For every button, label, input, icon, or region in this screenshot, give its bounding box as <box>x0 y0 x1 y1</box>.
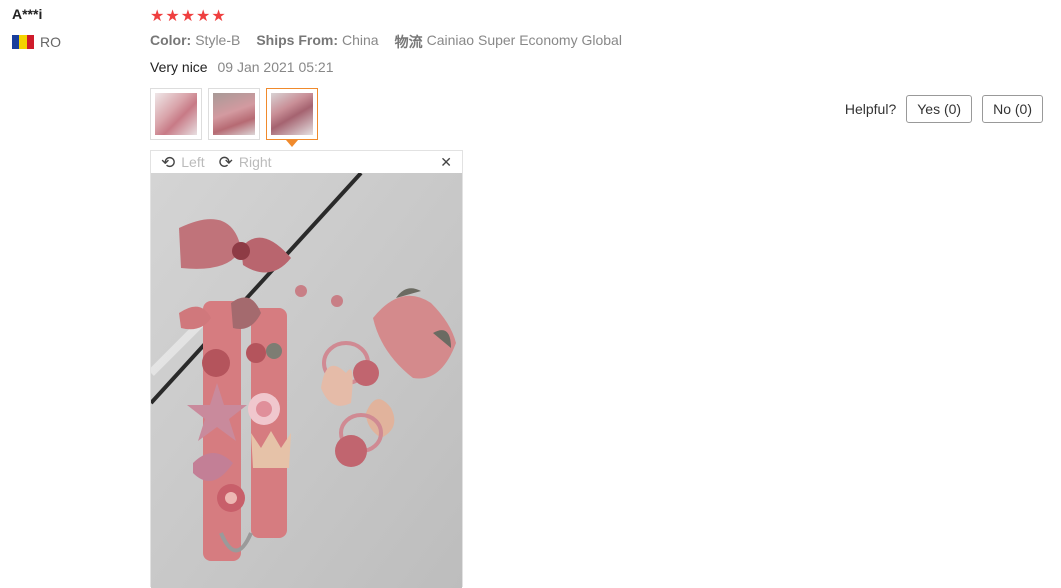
star-icon: ★ <box>165 8 180 25</box>
helpful-no-button[interactable]: No (0) <box>982 95 1043 123</box>
rotate-left-button[interactable]: ⟲ Left <box>161 154 205 171</box>
hair-clips-photo <box>151 173 462 588</box>
rotate-right-label: Right <box>238 154 272 170</box>
rotate-left-label: Left <box>181 154 205 170</box>
star-icon: ★ <box>150 8 165 25</box>
country-code: RO <box>40 34 61 50</box>
reviewer-name: A***i <box>12 6 43 22</box>
rotate-right-icon: ⟳ <box>218 152 233 172</box>
photo-viewer-toolbar: ⟲ Left ⟳ Right ✕ <box>151 151 462 173</box>
helpful-yes-button[interactable]: Yes (0) <box>906 95 973 123</box>
color-value: Style-B <box>195 32 241 48</box>
review-text: Very nice <box>150 59 208 75</box>
logistics-value: Cainiao Super Economy Global <box>426 32 622 48</box>
rotate-left-icon: ⟲ <box>161 152 176 172</box>
ships-from-label: Ships From: <box>256 32 339 48</box>
photo-thumbnail-image <box>155 93 197 135</box>
review-photos <box>150 88 318 147</box>
color-label: Color: <box>150 32 192 48</box>
rating-stars: ★ ★ ★ ★ ★ <box>150 9 226 25</box>
close-icon[interactable]: ✕ <box>440 154 452 171</box>
helpful-label: Helpful? <box>844 101 897 117</box>
reviewer-country: RO <box>12 34 61 50</box>
photo-thumbnail-image <box>271 93 313 135</box>
review-photo-large <box>151 173 462 588</box>
ships-from-value: China <box>342 32 379 48</box>
photo-viewer: ⟲ Left ⟳ Right ✕ <box>150 150 463 588</box>
review-date: 09 Jan 2021 05:21 <box>217 59 334 75</box>
logistics-label: 物流 <box>394 34 423 50</box>
helpful-vote: Helpful? Yes (0) No (0) <box>845 95 1043 123</box>
romania-flag-icon <box>12 35 34 49</box>
review-photo-thumb[interactable] <box>208 88 260 140</box>
order-info: Color: Style-B Ships From: China 物流 Cainiao… <box>150 32 622 52</box>
photo-thumbnail-image <box>213 93 255 135</box>
review-feedback: Very nice 09 Jan 2021 05:21 <box>150 59 333 75</box>
star-icon: ★ <box>211 8 226 25</box>
star-icon: ★ <box>180 8 196 25</box>
star-icon: ★ <box>196 8 211 25</box>
rotate-right-button[interactable]: ⟳ Right <box>219 154 272 171</box>
review-photo-thumb[interactable] <box>150 88 202 140</box>
review-photo-thumb-active[interactable] <box>266 88 318 147</box>
